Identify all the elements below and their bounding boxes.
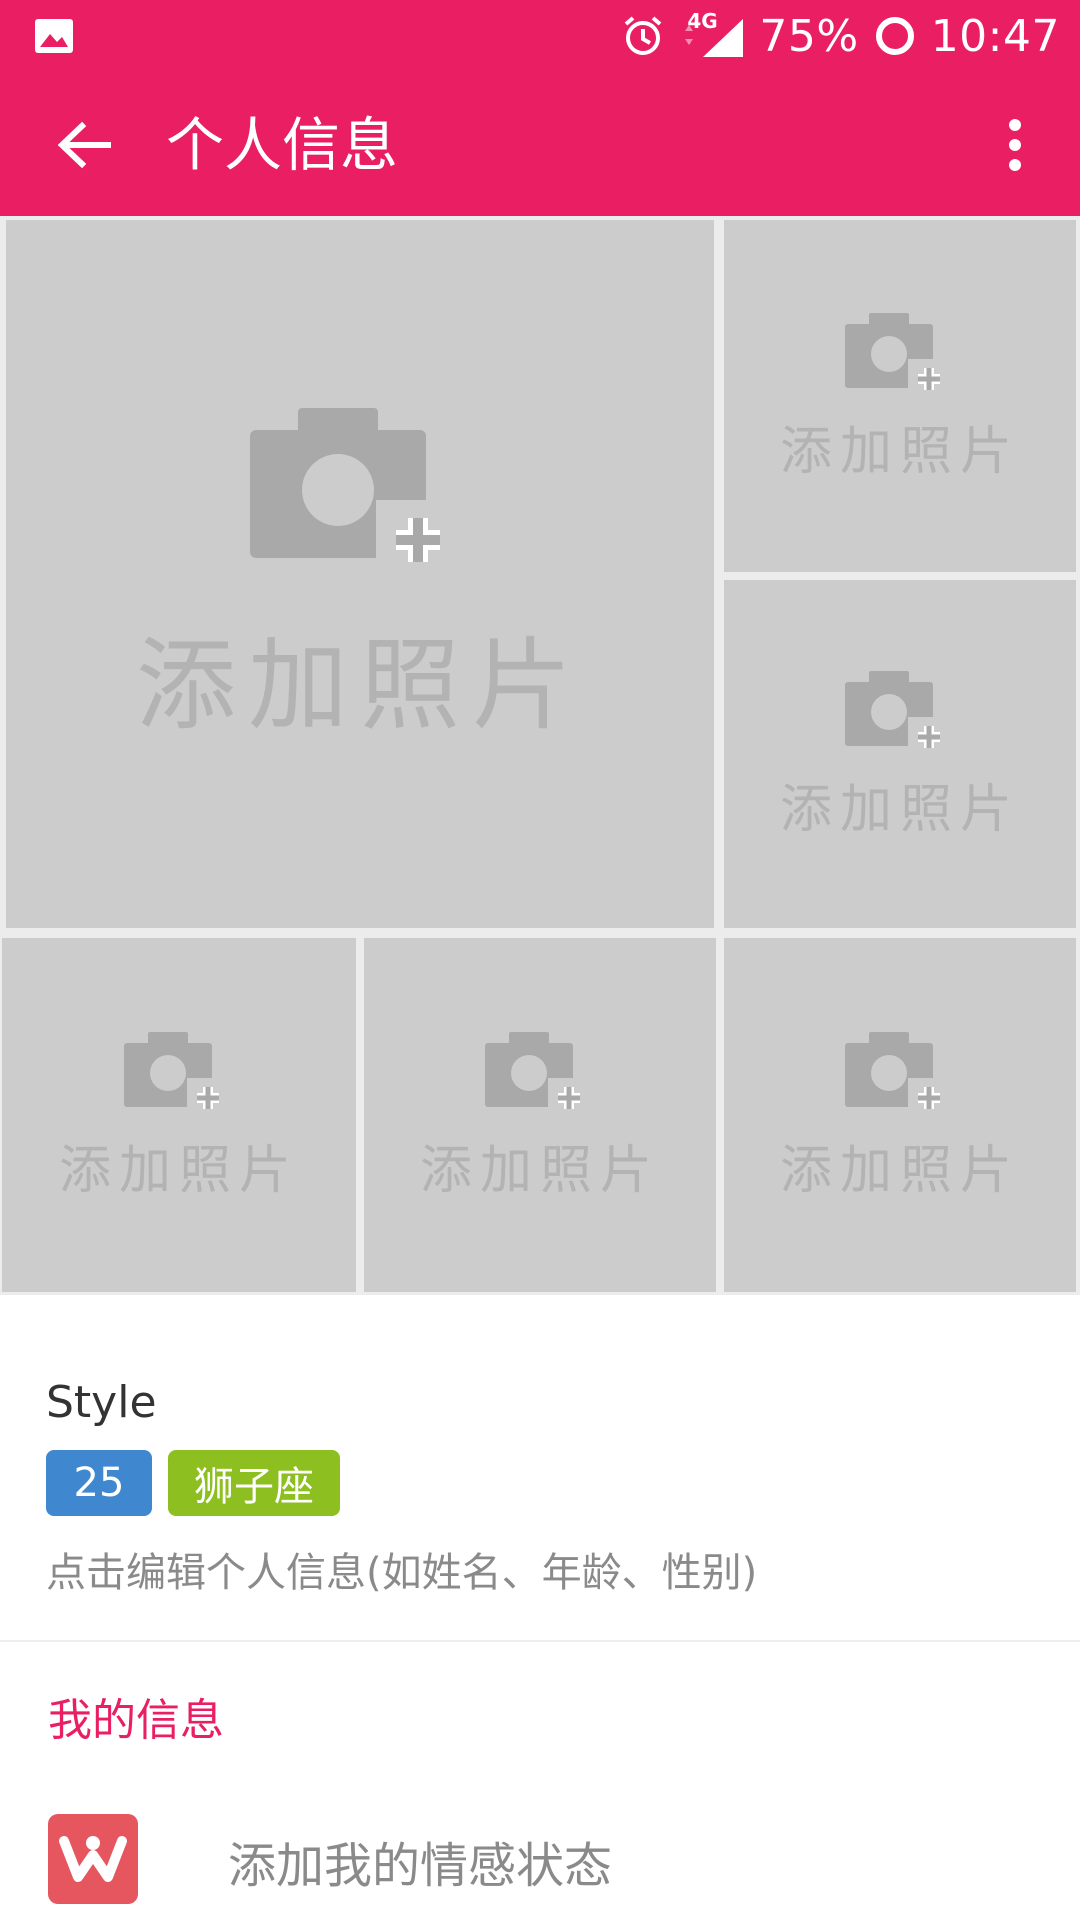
profile-badges: 25 狮子座 <box>46 1450 340 1516</box>
add-photo-label: 添加照片 <box>136 626 584 744</box>
signal-icon <box>685 19 744 57</box>
alarm-icon <box>625 16 662 55</box>
clock: 10:47 <box>930 10 1060 62</box>
add-photo-label: 添加照片 <box>779 1140 1020 1201</box>
relationship-status-label: 添加我的情感状态 <box>228 1838 613 1894</box>
photo-slot[interactable]: 添加照片 <box>724 220 1076 572</box>
signal-indicator: 4G <box>679 9 745 61</box>
my-info-section-title: 我的信息 <box>48 1695 224 1746</box>
profile-summary[interactable]: Style 25 狮子座 点击编辑个人信息(如姓名、年龄、性别) <box>0 1295 1080 1640</box>
more-vertical-icon <box>1009 119 1021 171</box>
zodiac-badge: 狮子座 <box>168 1450 340 1516</box>
status-bar: 4G 75% 10:47 <box>0 0 1080 72</box>
divider <box>0 1640 1080 1642</box>
photo-slot[interactable]: 添加照片 <box>724 580 1076 928</box>
battery-icon <box>875 17 914 55</box>
add-photo-icon <box>485 1031 589 1118</box>
relationship-status-row[interactable]: 添加我的情感状态 <box>0 1790 1080 1920</box>
back-arrow-icon <box>57 121 111 169</box>
add-photo-icon <box>845 670 949 757</box>
more-options-button[interactable] <box>980 110 1050 180</box>
photo-slot[interactable]: 添加照片 <box>724 938 1076 1292</box>
page-title: 个人信息 <box>166 111 399 179</box>
battery-percent: 75% <box>759 10 859 62</box>
back-button[interactable] <box>44 110 124 180</box>
add-photo-icon <box>845 312 949 399</box>
image-notification-icon <box>35 19 73 53</box>
photo-grid: 添加照片 添加照片 添加照片 添加照片 添加照片 添加照片 <box>0 216 1080 1295</box>
profile-name: Style <box>46 1377 157 1428</box>
add-photo-icon <box>250 407 458 580</box>
photo-slot-main[interactable]: 添加照片 <box>6 220 714 928</box>
age-badge: 25 <box>46 1450 152 1516</box>
photo-slot[interactable]: 添加照片 <box>364 938 716 1292</box>
add-photo-icon <box>845 1031 949 1118</box>
edit-profile-hint[interactable]: 点击编辑个人信息(如姓名、年龄、性别) <box>46 1540 757 1598</box>
heart-w-icon <box>48 1814 138 1904</box>
add-photo-icon <box>124 1031 228 1118</box>
add-photo-label: 添加照片 <box>58 1140 299 1201</box>
add-photo-label: 添加照片 <box>779 779 1020 840</box>
photo-slot[interactable]: 添加照片 <box>2 938 356 1292</box>
toolbar: 个人信息 <box>0 72 1080 216</box>
add-photo-label: 添加照片 <box>419 1140 660 1201</box>
add-photo-label: 添加照片 <box>779 421 1020 482</box>
